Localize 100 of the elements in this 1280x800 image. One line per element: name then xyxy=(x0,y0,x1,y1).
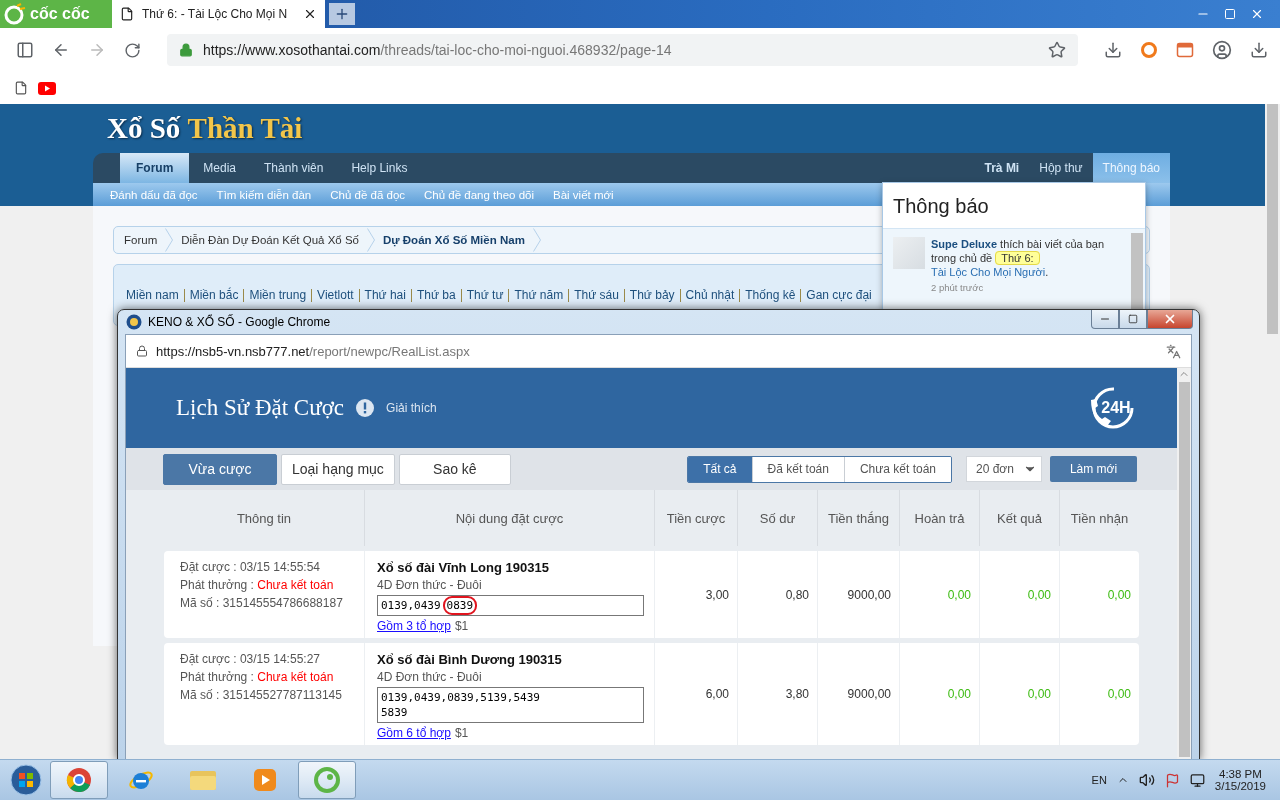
folder-icon xyxy=(189,768,217,792)
quick-link[interactable]: Miền trung xyxy=(249,288,307,302)
amount-cell: 0,00 xyxy=(899,643,979,745)
game-name: Xổ số đài Bình Dương 190315 xyxy=(377,652,563,667)
sidebar-icon[interactable] xyxy=(16,41,34,59)
lock-icon xyxy=(136,345,148,357)
speaker-icon[interactable] xyxy=(1138,772,1155,788)
browser-tab[interactable]: Thứ 6: - Tài Lộc Cho Mọi N xyxy=(112,0,325,28)
filter-tab[interactable]: Sao kê xyxy=(398,453,511,485)
column-header: Hoàn trả xyxy=(899,490,979,546)
nav-tab[interactable]: Help Links xyxy=(337,153,422,183)
notification-text: Supe Deluxe thích bài viết của bạn trong chủ đề Thứ 6: Tài Lộc Cho Mọi Người. xyxy=(931,237,1106,279)
quick-link[interactable]: Thống kê xyxy=(745,288,796,302)
scrollbar-thumb[interactable] xyxy=(1178,382,1190,757)
amount-cell: 6,00 xyxy=(654,643,737,745)
network-icon[interactable] xyxy=(1189,772,1205,788)
column-header: Số dư xyxy=(737,490,817,546)
back-icon[interactable] xyxy=(52,41,70,59)
bet-code: Mã số : 315145554786688187 xyxy=(180,596,344,610)
quick-link[interactable]: Chủ nhật xyxy=(685,288,735,302)
video-play-icon[interactable] xyxy=(38,81,56,95)
quick-link[interactable]: Thứ hai xyxy=(364,288,406,302)
quick-link[interactable]: Thứ tư xyxy=(466,288,504,302)
breadcrumb-link[interactable]: Forum xyxy=(124,234,158,246)
minimize-button[interactable] xyxy=(1091,310,1119,329)
notification-time: 2 phút trước xyxy=(931,282,985,293)
account-icon[interactable] xyxy=(1212,40,1232,60)
nav-tab[interactable]: Thành viên xyxy=(250,153,338,183)
numbers-field: 0139,0439 0839 xyxy=(377,595,644,616)
new-tab-button[interactable] xyxy=(329,3,355,25)
page-icon[interactable] xyxy=(14,81,28,95)
quick-link[interactable]: Gan cực đại xyxy=(806,288,872,302)
scrollbar-thumb[interactable] xyxy=(1267,104,1278,334)
breadcrumb-link[interactable]: Dự Đoán Xổ Số Miền Nam xyxy=(383,234,525,246)
page-size-select[interactable]: 20 đơn xyxy=(966,456,1042,482)
game-name: Xổ số đài Vĩnh Long 190315 xyxy=(377,560,550,575)
quick-link[interactable]: Thứ năm xyxy=(514,288,564,302)
help-link[interactable]: Giải thích xyxy=(386,401,437,415)
breadcrumb-link[interactable]: Diễn Đàn Dự Đoán Kết Quả Xổ Số xyxy=(181,234,359,246)
column-header: Tiền thắng xyxy=(817,490,899,546)
map-thumbnail xyxy=(893,237,925,269)
amount-cell: 0,00 xyxy=(1059,643,1139,745)
restore-icon[interactable] xyxy=(1224,8,1236,20)
lock-icon xyxy=(179,43,193,57)
translate-icon[interactable] xyxy=(1166,343,1181,359)
address-bar[interactable]: https://www.xosothantai.com/threads/tai-loc-cho-moi-nguoi.468932/page-14 xyxy=(167,34,1078,66)
quick-link[interactable]: Thứ ba xyxy=(416,288,456,302)
calendar-icon[interactable] xyxy=(1176,41,1194,59)
status-tab[interactable]: Tất cả xyxy=(688,456,752,482)
download-icon[interactable] xyxy=(1250,41,1268,59)
taskbar-app-button[interactable] xyxy=(298,761,356,799)
close-icon xyxy=(1163,312,1177,326)
chrome-icon xyxy=(66,767,92,793)
clock[interactable]: 4:38 PM 3/15/2019 xyxy=(1214,768,1266,792)
refresh-button[interactable]: Làm mới xyxy=(1050,456,1137,482)
page-title: Lịch Sử Đặt Cược xyxy=(176,395,345,421)
amount-cell: 0,00 xyxy=(979,643,1059,745)
window-title: KENO & XỔ SỐ - Google Chrome xyxy=(148,315,331,329)
maximize-button[interactable] xyxy=(1119,310,1147,329)
column-header: Thông tin xyxy=(235,509,293,528)
nav-tab[interactable]: Forum xyxy=(120,153,190,183)
coccoc-logo-icon[interactable] xyxy=(1140,41,1158,59)
user-link[interactable]: Supe Deluxe xyxy=(931,238,998,250)
flag-icon[interactable] xyxy=(1164,772,1180,788)
combos-link[interactable]: Gồm 3 tổ hợp xyxy=(377,619,451,633)
page-icon xyxy=(120,7,134,21)
bet-type: 4D Đơn thức - Đuôi xyxy=(377,670,483,684)
status-tab[interactable]: Đã kết toán xyxy=(751,456,844,482)
nav-tab[interactable]: Media xyxy=(189,153,251,183)
dropdown-title: Thông báo xyxy=(892,194,990,219)
payout-status: Phát thưởng : Chưa kết toán xyxy=(180,578,335,592)
circled-number: 0839 xyxy=(442,596,478,615)
info-icon[interactable] xyxy=(356,399,375,417)
bet-time: Đặt cược : 03/15 14:55:27 xyxy=(180,652,321,666)
quick-link[interactable]: Vietlott xyxy=(317,288,354,302)
unit-amount: $1 xyxy=(454,619,469,633)
column-header: Tiền cược xyxy=(654,490,737,546)
filter-tab[interactable]: Vừa cược xyxy=(163,453,277,485)
combos-link[interactable]: Gồm 6 tổ hợp xyxy=(377,726,451,740)
reload-icon[interactable] xyxy=(124,41,141,59)
site-logo: Xổ Số Thần Tài xyxy=(106,111,304,146)
taskbar-app-button[interactable] xyxy=(50,761,108,799)
language-indicator[interactable]: EN xyxy=(1091,774,1107,786)
quick-link[interactable]: Thứ sáu xyxy=(574,288,619,302)
bookmark-star-icon[interactable] xyxy=(1048,41,1066,59)
amount-cell: 0,00 xyxy=(899,551,979,638)
status-tab[interactable]: Chưa kết toán xyxy=(843,456,951,482)
column-header: Kết quả xyxy=(979,490,1059,546)
account-link[interactable]: Trà Mi xyxy=(974,153,1030,183)
payout-status: Phát thưởng : Chưa kết toán xyxy=(180,670,335,684)
amount-cell: 0,00 xyxy=(1059,551,1139,638)
close-button[interactable] xyxy=(1147,310,1193,329)
download-icon[interactable] xyxy=(1104,41,1122,59)
quick-link[interactable]: Miền bắc xyxy=(189,288,239,302)
filter-tab[interactable]: Loại hạng mục xyxy=(281,453,395,485)
account-link[interactable]: Hộp thư xyxy=(1029,153,1093,183)
close-icon[interactable] xyxy=(303,7,317,21)
quick-link[interactable]: Miền nam xyxy=(126,288,179,302)
quick-link[interactable]: Thứ bảy xyxy=(629,288,675,302)
amount-cell: 0,00 xyxy=(979,551,1059,638)
